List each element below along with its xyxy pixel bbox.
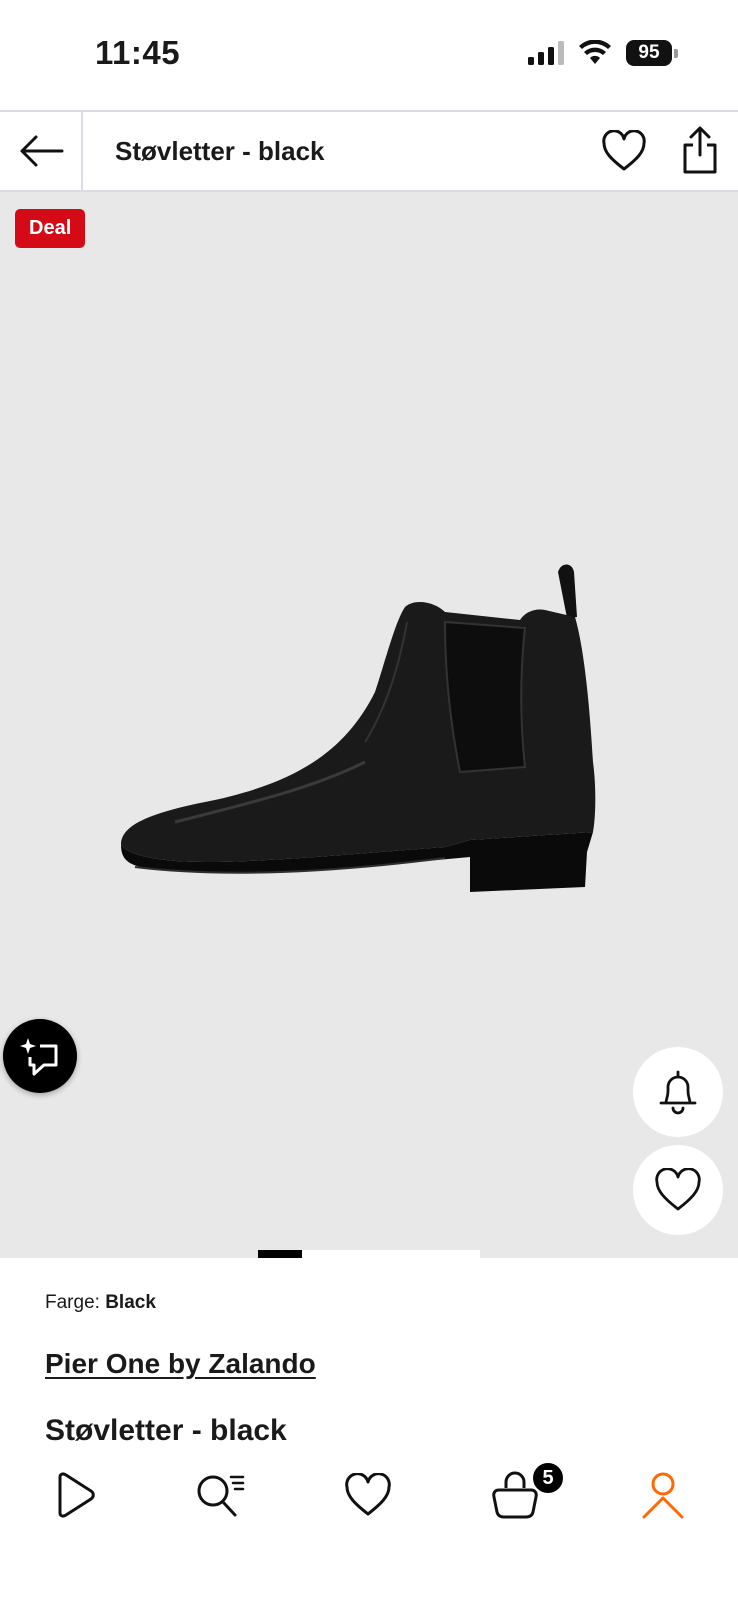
share-icon — [683, 126, 717, 174]
back-button[interactable] — [0, 112, 83, 190]
color-value: Black — [105, 1292, 156, 1313]
header-wishlist-button[interactable] — [600, 128, 648, 174]
status-icons: 95 — [528, 40, 678, 66]
play-icon — [58, 1472, 95, 1518]
heart-icon — [655, 1168, 701, 1211]
nav-profile[interactable] — [633, 1465, 693, 1525]
nav-bag[interactable]: 5 — [485, 1461, 565, 1525]
battery-icon: 95 — [626, 40, 678, 66]
signal-icon — [528, 41, 564, 65]
notify-button[interactable] — [633, 1047, 723, 1137]
search-icon — [197, 1475, 245, 1517]
wishlist-button[interactable] — [633, 1145, 723, 1235]
nav-wishlist[interactable] — [338, 1465, 398, 1525]
bell-icon — [659, 1070, 697, 1115]
product-name: Støvletter - black — [45, 1414, 287, 1447]
image-progress-fill — [258, 1250, 303, 1258]
product-image-boot — [121, 564, 596, 892]
heart-icon — [345, 1473, 391, 1516]
wifi-icon — [579, 40, 611, 64]
deal-badge: Deal — [15, 209, 86, 248]
bottom-navigation: 5 — [0, 1455, 738, 1600]
product-header: Støvletter - black — [0, 110, 738, 192]
header-title: Støvletter - black — [115, 136, 325, 166]
status-time: 11:45 — [95, 34, 181, 71]
color-label: Farge: — [45, 1292, 100, 1313]
arrow-left-icon — [20, 135, 63, 167]
color-info: Farge: Black — [45, 1292, 156, 1314]
nav-play[interactable] — [45, 1465, 105, 1525]
product-image-gallery[interactable]: Deal — [0, 192, 738, 1258]
battery-level: 95 — [626, 40, 672, 66]
profile-icon — [642, 1472, 684, 1519]
cart-count-badge: 5 — [531, 1461, 565, 1495]
sparkle-chat-icon — [20, 1038, 58, 1076]
image-progress-indicator — [258, 1250, 480, 1258]
brand-link[interactable]: Pier One by Zalando — [45, 1348, 316, 1380]
share-button[interactable] — [678, 124, 722, 176]
heart-icon — [602, 130, 646, 171]
ai-assistant-button[interactable] — [3, 1019, 77, 1093]
nav-search[interactable] — [190, 1465, 250, 1525]
status-bar: 11:45 95 — [0, 0, 738, 110]
